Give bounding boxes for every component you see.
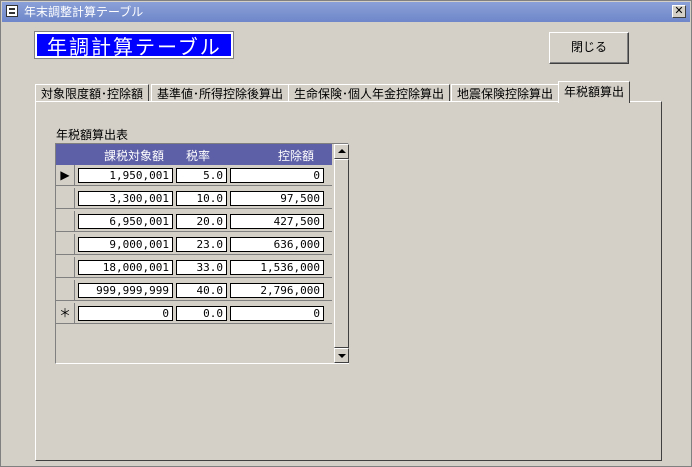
close-icon: ✕ bbox=[674, 4, 684, 17]
table-row[interactable]: 18,000,001 33.0 1,536,000 bbox=[56, 257, 332, 278]
vertical-scrollbar[interactable] bbox=[333, 144, 349, 363]
record-selector[interactable] bbox=[56, 188, 75, 209]
table-row[interactable]: 3,300,001 10.0 97,500 bbox=[56, 188, 332, 209]
column-header-amount: 課税対象額 bbox=[104, 149, 165, 163]
record-selector[interactable] bbox=[56, 280, 75, 301]
amount-cell[interactable]: 18,000,001 bbox=[78, 260, 173, 275]
title-bar[interactable]: 年末調整計算テーブル ✕ bbox=[2, 2, 690, 22]
deduction-cell[interactable]: 97,500 bbox=[230, 191, 324, 206]
deduction-cell[interactable]: 636,000 bbox=[230, 237, 324, 252]
table-row[interactable]: ▶ 1,950,001 5.0 0 bbox=[56, 165, 332, 186]
column-header-deduction: 控除額 bbox=[278, 149, 315, 163]
close-form-button[interactable]: 閉じる bbox=[549, 32, 629, 64]
rate-cell[interactable]: 40.0 bbox=[176, 283, 227, 298]
rate-cell[interactable]: 23.0 bbox=[176, 237, 227, 252]
table-row[interactable]: 999,999,999 40.0 2,796,000 bbox=[56, 280, 332, 301]
amount-cell[interactable]: 3,300,001 bbox=[78, 191, 173, 206]
tax-table: 課税対象額 税率 控除額 ▶ 1,950,001 5.0 0 3,300,001… bbox=[55, 143, 349, 364]
record-selector-current[interactable]: ▶ bbox=[56, 165, 75, 186]
form-title: 年調計算テーブル bbox=[35, 32, 233, 59]
table-header: 課税対象額 税率 控除額 bbox=[56, 144, 332, 165]
record-selector[interactable] bbox=[56, 234, 75, 255]
amount-cell[interactable]: 6,950,001 bbox=[78, 214, 173, 229]
rate-cell[interactable]: 20.0 bbox=[176, 214, 227, 229]
deduction-cell[interactable]: 0 bbox=[230, 168, 324, 183]
arrow-up-icon bbox=[338, 149, 346, 153]
deduction-cell[interactable]: 1,536,000 bbox=[230, 260, 324, 275]
scroll-thumb[interactable] bbox=[334, 159, 349, 348]
record-selector[interactable] bbox=[56, 257, 75, 278]
column-header-rate: 税率 bbox=[186, 149, 211, 163]
main-window: 年末調整計算テーブル ✕ 年調計算テーブル 閉じる 対象限度額･控除額 基準値･… bbox=[0, 0, 692, 467]
table-label: 年税額算出表 bbox=[56, 128, 129, 142]
table-row[interactable]: 9,000,001 23.0 636,000 bbox=[56, 234, 332, 255]
record-selector[interactable] bbox=[56, 211, 75, 232]
tab-annual-tax[interactable]: 年税額算出 bbox=[558, 81, 631, 103]
rate-cell[interactable]: 33.0 bbox=[176, 260, 227, 275]
rate-cell[interactable]: 5.0 bbox=[176, 168, 227, 183]
window-title: 年末調整計算テーブル bbox=[24, 5, 144, 19]
scroll-up-button[interactable] bbox=[334, 144, 349, 159]
amount-cell[interactable]: 1,950,001 bbox=[78, 168, 173, 183]
scroll-down-button[interactable] bbox=[334, 348, 349, 363]
arrow-down-icon bbox=[338, 354, 346, 358]
table-row[interactable]: 6,950,001 20.0 427,500 bbox=[56, 211, 332, 232]
deduction-cell[interactable]: 0 bbox=[230, 306, 324, 321]
amount-cell[interactable]: 999,999,999 bbox=[78, 283, 173, 298]
table-row-new[interactable]: ＊ 0 0.0 0 bbox=[56, 303, 332, 324]
amount-cell[interactable]: 9,000,001 bbox=[78, 237, 173, 252]
deduction-cell[interactable]: 427,500 bbox=[230, 214, 324, 229]
window-close-button[interactable]: ✕ bbox=[672, 5, 686, 18]
rate-cell[interactable]: 10.0 bbox=[176, 191, 227, 206]
rate-cell[interactable]: 0.0 bbox=[176, 306, 227, 321]
app-window-icon[interactable] bbox=[6, 5, 18, 17]
record-selector-new[interactable]: ＊ bbox=[56, 303, 75, 324]
deduction-cell[interactable]: 2,796,000 bbox=[230, 283, 324, 298]
amount-cell[interactable]: 0 bbox=[78, 306, 173, 321]
